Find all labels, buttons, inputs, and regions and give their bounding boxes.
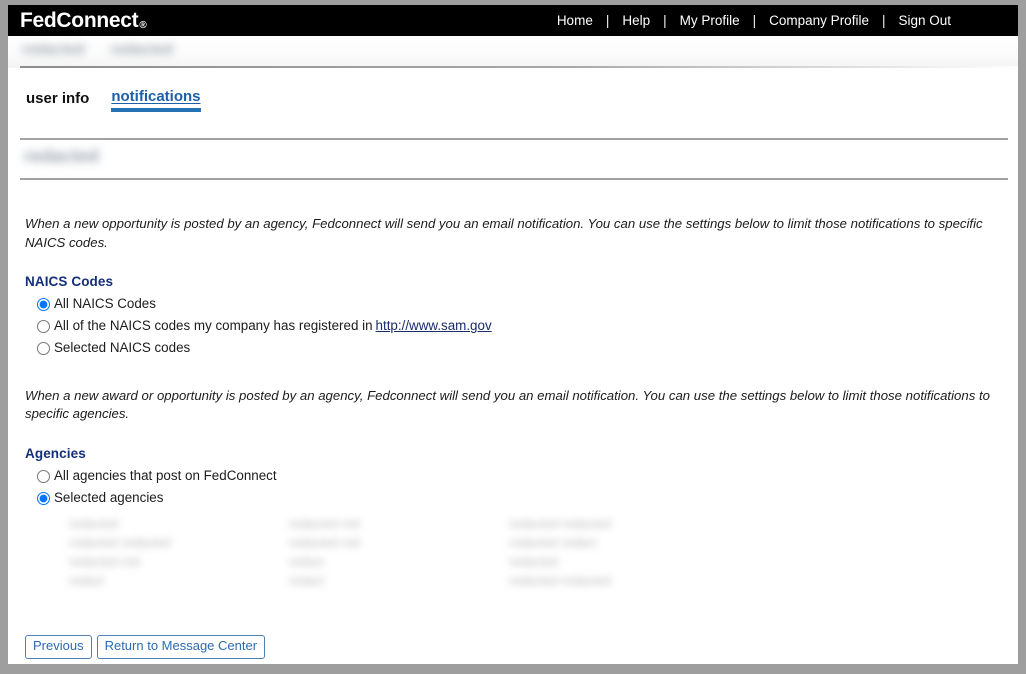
tab-notifications[interactable]: notifications <box>111 88 201 112</box>
agencies-radio-selected[interactable] <box>37 491 50 505</box>
breadcrumb-bar: redacted redacted <box>8 36 1018 68</box>
breadcrumb: redacted redacted <box>22 41 173 58</box>
registered-mark-icon: ® <box>139 20 147 31</box>
agencies-option-selected[interactable]: Selected agencies <box>25 490 1004 507</box>
agencies-option-all-label[interactable]: All agencies that post on FedConnect <box>54 468 277 485</box>
divider-top <box>20 138 1008 140</box>
previous-button[interactable]: Previous <box>25 634 92 659</box>
agencies-intro-text: When a new award or opportunity is poste… <box>25 387 990 422</box>
page-title: redacted <box>24 146 100 166</box>
page: FedConnect ® Home | Help | My Profile | C… <box>8 5 1018 664</box>
nav-separator: | <box>605 13 610 28</box>
divider-bottom <box>20 178 1008 180</box>
main-content: When a new opportunity is posted by an a… <box>8 215 1018 621</box>
nav-link-home[interactable]: Home <box>544 13 606 28</box>
footer-actions: Previous Return to Message Center <box>8 621 1018 659</box>
agency-column-3: redacted redacted redacted redact redact… <box>509 516 799 588</box>
naics-option-selected[interactable]: Selected NAICS codes <box>25 340 1004 357</box>
breadcrumb-item-redacted-2: redacted <box>110 41 174 58</box>
nav-separator: | <box>752 13 757 28</box>
agency-item-redacted: redacted <box>509 554 559 569</box>
sam-gov-link[interactable]: http://www.sam.gov <box>376 318 492 335</box>
nav-separator: | <box>663 13 667 28</box>
breadcrumb-item-redacted-1: redacted <box>22 41 85 58</box>
agency-column-1: redacted redacted redacted redacted red … <box>69 516 289 588</box>
naics-radio-registered[interactable] <box>37 320 50 334</box>
naics-intro-text: When a new opportunity is posted by an a… <box>25 216 983 250</box>
browser-frame: FedConnect ® Home | Help | My Profile | C… <box>0 0 1026 674</box>
naics-option-registered[interactable]: All of the NAICS codes my company has re… <box>25 318 1004 335</box>
nav-link-sign-out[interactable]: Sign Out <box>885 13 964 28</box>
agency-item-redacted: redacted red <box>69 554 140 569</box>
agency-item-redacted: redacted redacted <box>509 573 611 588</box>
fedconnect-logo: FedConnect ® <box>20 9 147 32</box>
naics-section-heading: NAICS Codes <box>25 274 114 290</box>
agency-item-redacted: redact <box>289 573 325 588</box>
agency-item-redacted: redacted red <box>289 535 360 550</box>
naics-option-selected-label[interactable]: Selected NAICS codes <box>54 340 190 357</box>
nav-link-company-profile[interactable]: Company Profile <box>756 13 882 28</box>
naics-option-all-label[interactable]: All NAICS Codes <box>54 296 156 313</box>
naics-option-all[interactable]: All NAICS Codes <box>25 296 1004 313</box>
agencies-radio-group: All agencies that post on FedConnect Sel… <box>25 468 1004 507</box>
agency-item-redacted: redact <box>69 573 105 588</box>
agency-item-redacted: redacted redacted <box>509 516 611 531</box>
top-navigation: Home | Help | My Profile | Company Profi… <box>544 13 1010 28</box>
naics-option-registered-label[interactable]: All of the NAICS codes my company has re… <box>54 318 373 335</box>
naics-radio-selected[interactable] <box>37 341 50 355</box>
nav-link-help[interactable]: Help <box>609 13 663 28</box>
agency-item-redacted: redacted <box>69 516 119 531</box>
agencies-radio-all[interactable] <box>37 470 50 484</box>
tab-user-info[interactable]: user info <box>26 90 89 113</box>
nav-separator: | <box>881 13 886 28</box>
naics-radio-group: All NAICS Codes All of the NAICS codes m… <box>25 296 1004 356</box>
agency-item-redacted: redacted redacted <box>69 535 171 550</box>
return-to-message-center-button[interactable]: Return to Message Center <box>96 634 266 659</box>
tab-bar: user info notifications <box>8 68 1018 112</box>
agencies-section-heading: Agencies <box>25 446 86 462</box>
nav-link-my-profile[interactable]: My Profile <box>667 13 753 28</box>
brand-text: FedConnect <box>20 9 139 32</box>
agencies-option-all[interactable]: All agencies that post on FedConnect <box>25 468 1004 485</box>
agency-column-2: redacted red redacted red redact redact <box>289 516 509 588</box>
page-title-zone: redacted <box>8 138 1018 196</box>
agencies-option-selected-label[interactable]: Selected agencies <box>54 490 163 507</box>
agency-item-redacted: redact <box>289 554 325 569</box>
agency-list-redacted: redacted redacted redacted redacted red … <box>25 517 1004 621</box>
naics-radio-all[interactable] <box>37 298 50 312</box>
site-header: FedConnect ® Home | Help | My Profile | C… <box>8 5 1018 36</box>
agency-item-redacted: redacted red <box>289 516 360 531</box>
agency-item-redacted: redacted redact <box>509 535 597 550</box>
